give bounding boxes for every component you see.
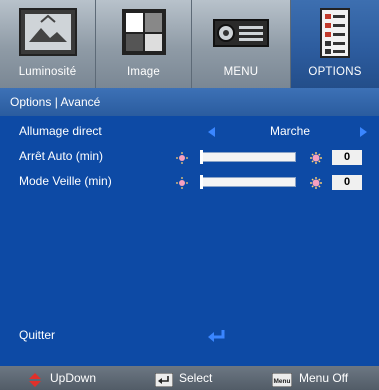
menu-key-label: Menu	[274, 378, 291, 385]
setting-label: Arrêt Auto (min)	[19, 149, 104, 163]
arrow-left-icon[interactable]	[208, 127, 215, 137]
increase-icon[interactable]	[310, 151, 322, 164]
updown-hint: UpDown	[28, 366, 96, 390]
select-label: Select	[179, 371, 213, 385]
setting-row-allumage-direct[interactable]: Allumage direct Marche	[0, 121, 379, 143]
breadcrumb: Options | Avancé	[0, 88, 379, 116]
picture-frame-icon	[18, 8, 77, 61]
menu-off-hint: Menu Menu Off	[271, 366, 349, 390]
increase-icon[interactable]	[310, 176, 322, 189]
mode-veille-value: 0	[332, 175, 362, 190]
quit-label[interactable]: Quitter	[19, 328, 55, 342]
tab-label: Image	[127, 66, 160, 78]
arret-auto-slider[interactable]	[200, 150, 296, 164]
tab-menu[interactable]: MENU	[192, 0, 291, 88]
setting-label: Allumage direct	[19, 124, 102, 138]
setting-row-arret-auto[interactable]: Arrêt Auto (min) 0	[0, 146, 379, 168]
updown-arrows-icon	[28, 371, 42, 390]
tab-label: OPTIONS	[308, 66, 362, 78]
arret-auto-value: 0	[332, 150, 362, 165]
select-hint: Select	[154, 366, 213, 390]
decrease-icon[interactable]	[176, 151, 188, 164]
projector-icon	[211, 8, 271, 61]
slider-thumb[interactable]	[200, 150, 203, 164]
menu-tab-bar: Luminosité Image MENU OPTIONS	[0, 0, 379, 88]
updown-label: UpDown	[50, 371, 97, 385]
setting-label: Mode Veille (min)	[19, 174, 112, 188]
arrow-right-icon[interactable]	[360, 127, 367, 137]
footer-hints: UpDown Select Menu Menu Off	[0, 366, 379, 390]
tab-label: MENU	[223, 66, 259, 78]
setting-row-mode-veille[interactable]: Mode Veille (min) 0	[0, 171, 379, 193]
mode-veille-slider[interactable]	[200, 175, 296, 189]
tab-luminosite[interactable]: Luminosité	[0, 0, 96, 88]
slider-thumb[interactable]	[200, 175, 203, 189]
options-panel: Allumage direct Marche Arrêt Auto (min) …	[0, 116, 379, 366]
image-grid-icon	[121, 8, 167, 61]
enter-icon[interactable]	[207, 329, 227, 348]
tab-options[interactable]: OPTIONS	[291, 0, 379, 88]
decrease-icon[interactable]	[176, 176, 188, 189]
enter-key-icon	[154, 371, 174, 390]
setting-value: Marche	[270, 124, 311, 138]
options-list-icon	[320, 8, 350, 63]
tab-image[interactable]: Image	[96, 0, 192, 88]
menu-key-icon: Menu	[271, 371, 293, 390]
tab-label: Luminosité	[18, 66, 77, 78]
menu-off-label: Menu Off	[299, 371, 349, 385]
